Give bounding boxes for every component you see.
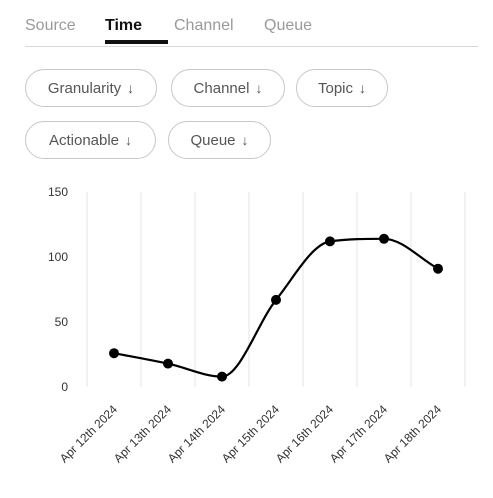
y-tick-label: 150 xyxy=(48,185,68,199)
data-point xyxy=(163,358,173,369)
actionable-filter-button[interactable]: Actionable ↓ xyxy=(25,121,156,159)
active-tab-indicator xyxy=(105,40,168,44)
x-tick-label: Apr 15th 2024 xyxy=(219,402,282,465)
topic-filter-label: Topic xyxy=(317,79,354,97)
x-tick-label: Apr 18th 2024 xyxy=(381,402,444,465)
x-tick-label: Apr 17th 2024 xyxy=(327,402,390,465)
queue-filter-label: Queue xyxy=(190,131,236,149)
channel-filter-button[interactable]: Channel ↓ xyxy=(171,69,285,107)
arrow-down-icon: ↓ xyxy=(127,80,135,96)
queue-filter-button[interactable]: Queue ↓ xyxy=(168,121,271,159)
y-tick-label: 0 xyxy=(61,380,68,394)
arrow-down-icon: ↓ xyxy=(241,132,249,148)
tab-queue[interactable]: Queue xyxy=(264,17,312,35)
data-point xyxy=(325,236,335,247)
tab-time[interactable]: Time xyxy=(105,17,142,35)
data-point xyxy=(271,294,281,305)
data-point xyxy=(109,348,119,359)
y-tick-label: 50 xyxy=(55,315,69,329)
y-tick-label: 100 xyxy=(48,250,68,264)
x-tick-label: Apr 12th 2024 xyxy=(57,402,120,465)
channel-filter-label: Channel xyxy=(193,79,250,97)
series-line xyxy=(113,237,439,378)
tab-channel[interactable]: Channel xyxy=(174,17,234,35)
granularity-filter-button[interactable]: Granularity ↓ xyxy=(25,69,157,107)
topic-filter-button[interactable]: Topic ↓ xyxy=(296,69,388,107)
data-point xyxy=(217,371,227,382)
x-tick-label: Apr 13th 2024 xyxy=(111,402,174,465)
tab-bar: Source Time Channel Queue xyxy=(25,0,478,47)
x-tick-label: Apr 14th 2024 xyxy=(165,402,228,465)
data-point xyxy=(433,263,443,274)
granularity-filter-label: Granularity xyxy=(47,79,122,97)
tab-source[interactable]: Source xyxy=(25,17,76,35)
arrow-down-icon: ↓ xyxy=(359,80,367,96)
actionable-filter-label: Actionable xyxy=(48,131,120,149)
x-tick-label: Apr 16th 2024 xyxy=(273,402,336,465)
arrow-down-icon: ↓ xyxy=(255,80,263,96)
data-point xyxy=(379,233,389,244)
arrow-down-icon: ↓ xyxy=(125,132,133,148)
